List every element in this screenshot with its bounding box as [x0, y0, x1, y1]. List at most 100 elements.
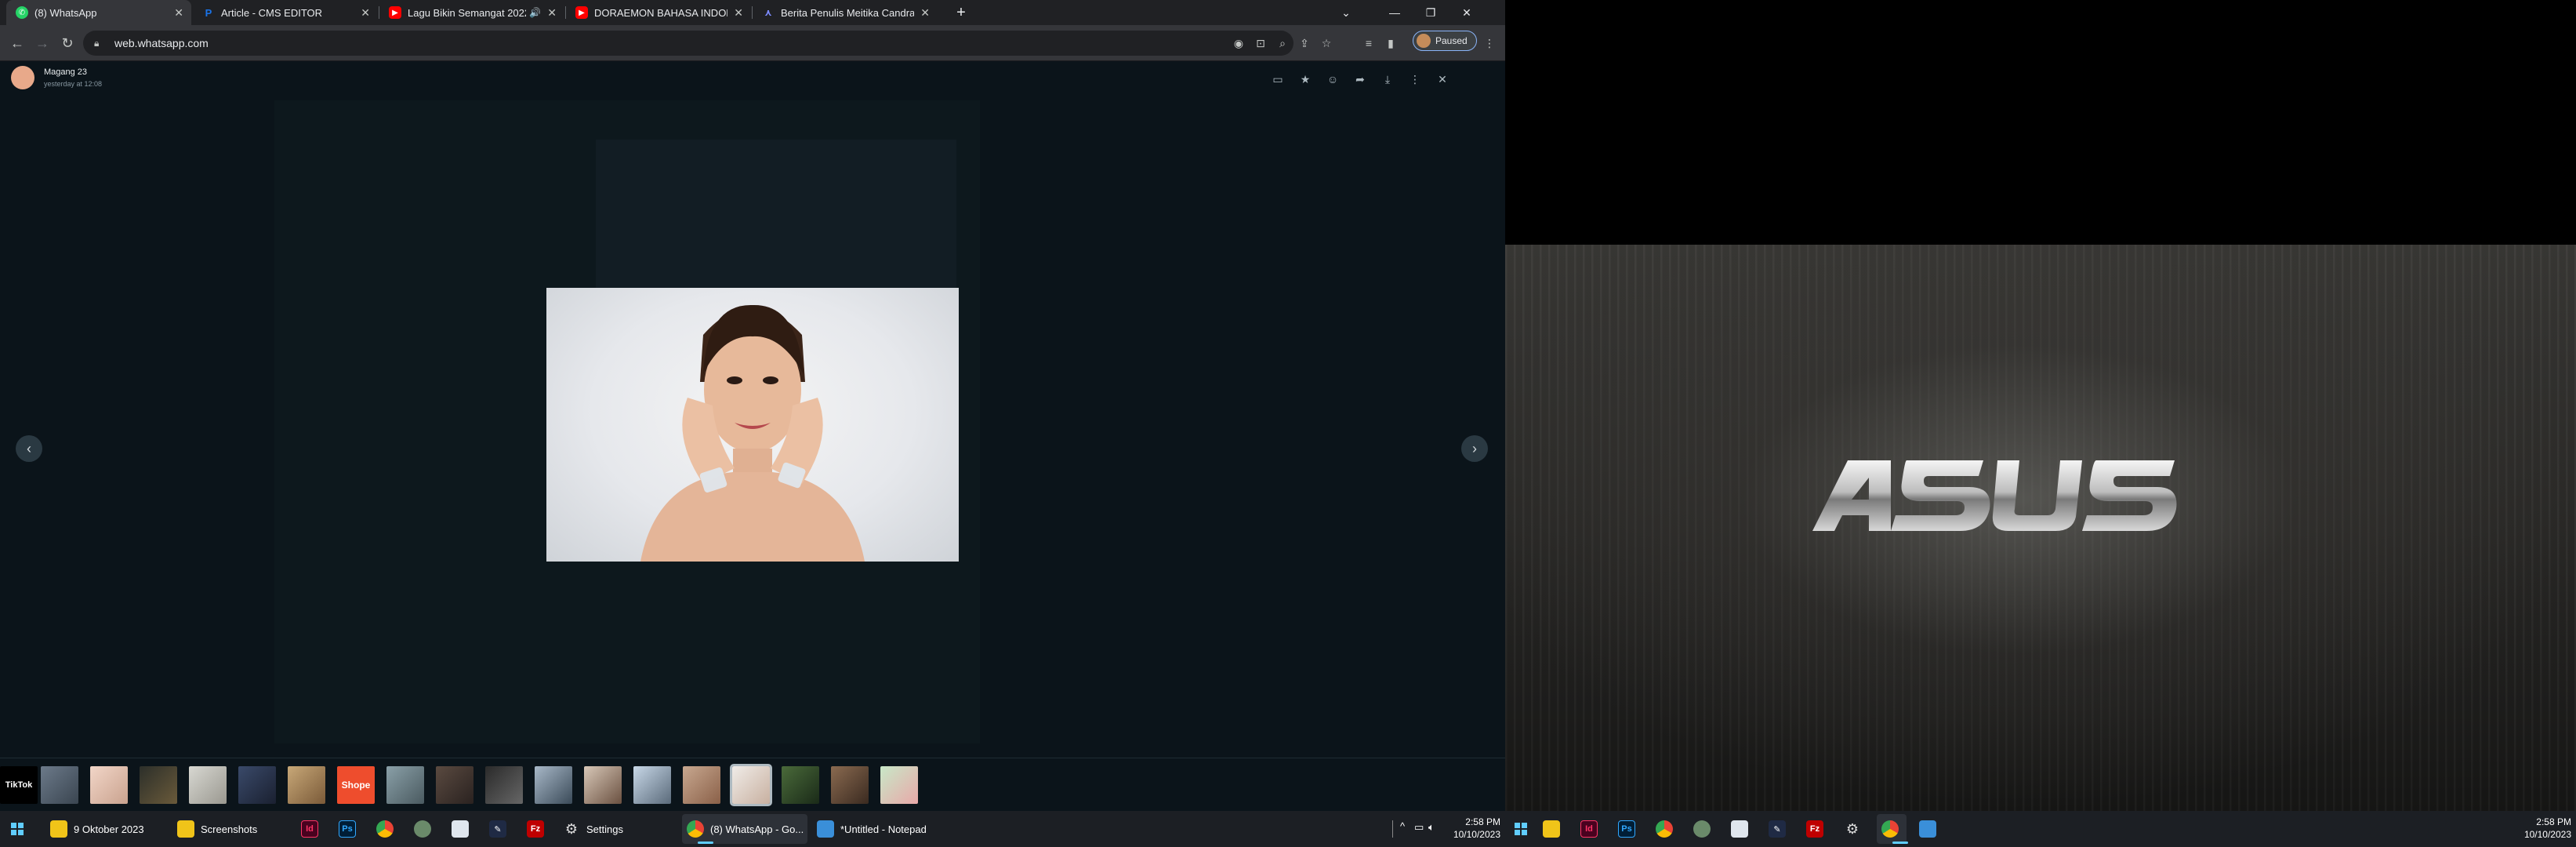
side-panel-icon[interactable]: ▮ — [1381, 34, 1400, 53]
thumbnail[interactable] — [436, 766, 473, 804]
thumbnail[interactable] — [189, 766, 227, 804]
thumbnail[interactable] — [485, 766, 523, 804]
taskbar-chrome[interactable] — [1651, 814, 1681, 844]
thumbnail[interactable] — [782, 766, 819, 804]
thumbnail[interactable] — [683, 766, 720, 804]
filezilla-icon: Fz — [527, 820, 544, 838]
reload-button[interactable]: ↻ — [56, 32, 78, 54]
taskbar-file-explorer[interactable] — [1538, 814, 1568, 844]
forward-button[interactable]: → — [31, 32, 53, 54]
close-icon[interactable]: ✕ — [361, 6, 370, 20]
thumbnail[interactable] — [386, 766, 424, 804]
close-icon[interactable]: ✕ — [1434, 71, 1451, 88]
restore-button[interactable]: ❐ — [1413, 0, 1449, 25]
taskbar-notepad-pinned[interactable] — [447, 814, 478, 844]
taskbar-item-whatsapp-chrome[interactable]: (8) WhatsApp - Go... — [682, 814, 807, 844]
tab-doraemon[interactable]: ▶ DORAEMON BAHASA INDONESIA ✕ — [566, 0, 751, 25]
thumbnail-selected[interactable] — [730, 764, 772, 806]
speaker-icon[interactable]: 🔊 — [529, 7, 541, 18]
thumbnail-label: Shope — [341, 780, 371, 791]
taskbar-notepad[interactable] — [1726, 814, 1756, 844]
taskbar-item-settings[interactable]: ⚙ Settings — [558, 814, 684, 844]
download-icon[interactable]: ⤓ — [1379, 71, 1396, 88]
taskbar-item-notepad[interactable]: *Untitled - Notepad — [812, 814, 938, 844]
thumbnail[interactable] — [633, 766, 671, 804]
chrome-menu-icon[interactable]: ⋮ — [1480, 34, 1499, 53]
lock-icon[interactable]: 🔒︎ — [94, 38, 105, 49]
react-emoji-icon[interactable]: ☺ — [1324, 71, 1341, 88]
taskbar-filezilla[interactable]: Fz — [1801, 814, 1831, 844]
taskbar-item-9-oktober[interactable]: 9 Oktober 2023 — [45, 814, 171, 844]
thumbnail[interactable] — [831, 766, 869, 804]
thumbnail[interactable] — [90, 766, 128, 804]
taskbar-chrome[interactable] — [372, 814, 403, 844]
forward-icon[interactable]: ➦ — [1351, 71, 1369, 88]
share-icon[interactable]: ⇪ — [1295, 34, 1314, 53]
next-media-button[interactable]: › — [1461, 435, 1488, 462]
time: 2:58 PM — [2536, 816, 2571, 827]
more-options-icon[interactable]: ⋮ — [1406, 71, 1424, 88]
google-lens-icon[interactable]: ◉ — [1229, 34, 1248, 53]
url-text: web.whatsapp.com — [114, 37, 209, 49]
taskbar-photoshop[interactable]: Ps — [1613, 814, 1643, 844]
taskbar-label: 9 Oktober 2023 — [74, 823, 144, 835]
media-thumbnail-strip: TikTok Shope — [0, 758, 1505, 811]
thumbnail[interactable] — [238, 766, 276, 804]
back-button[interactable]: ← — [6, 32, 28, 54]
taskbar-acrobat[interactable]: ✎ — [1764, 814, 1794, 844]
address-bar[interactable]: 🔒︎ web.whatsapp.com — [83, 31, 1293, 56]
folder-icon — [50, 820, 67, 838]
acrobat-icon: ✎ — [1769, 820, 1786, 838]
close-icon[interactable]: ✕ — [734, 6, 743, 20]
thumbnail[interactable] — [880, 766, 918, 804]
thumbnail[interactable] — [535, 766, 572, 804]
bookmark-star-icon[interactable]: ☆ — [1317, 34, 1336, 53]
taskbar-app[interactable] — [1689, 814, 1718, 844]
install-app-icon[interactable]: ⊡ — [1251, 34, 1270, 53]
minimize-button[interactable]: — — [1377, 0, 1413, 25]
taskbar-filezilla[interactable]: Fz — [522, 814, 553, 844]
close-window-button[interactable]: ✕ — [1449, 0, 1485, 25]
tab-search-chevron-icon[interactable]: ⌄ — [1328, 0, 1364, 25]
thumbnail[interactable] — [584, 766, 622, 804]
close-icon[interactable]: ✕ — [547, 6, 557, 20]
star-icon[interactable]: ★ — [1297, 71, 1314, 88]
taskbar-settings[interactable]: ⚙ — [1839, 814, 1869, 844]
taskbar-photoshop[interactable]: Ps — [334, 814, 365, 844]
indesign-icon: Id — [301, 820, 318, 838]
zoom-icon[interactable]: ⌕ — [1273, 34, 1292, 53]
network-icon[interactable]: ▭ — [1414, 821, 1424, 834]
go-to-message-icon[interactable]: ▭ — [1269, 71, 1286, 88]
taskbar-app[interactable] — [409, 814, 441, 844]
thumbnail[interactable] — [288, 766, 325, 804]
thumbnail-tiktok[interactable]: TikTok — [0, 766, 38, 804]
taskbar-indesign[interactable]: Id — [1576, 814, 1605, 844]
tab-berita[interactable]: ⋏ Berita Penulis Meitika Candra Lan ✕ — [753, 0, 938, 25]
clock[interactable]: 2:58 PM 10/10/2023 — [2512, 816, 2571, 841]
profile-button[interactable]: Paused — [1413, 31, 1477, 51]
taskbar-item-screenshots[interactable]: Screenshots — [172, 814, 290, 844]
start-button[interactable] — [2, 811, 33, 847]
clock[interactable]: 2:58 PM 10/10/2023 — [1441, 816, 1500, 841]
taskbar-chrome-active[interactable] — [1877, 814, 1908, 844]
thumbnail-shopee[interactable]: Shope — [337, 766, 375, 804]
reading-list-icon[interactable]: ≡ — [1359, 34, 1378, 53]
start-button[interactable] — [1505, 811, 1537, 847]
chevron-up-icon[interactable]: ^ — [1400, 820, 1405, 832]
tab-lagu[interactable]: ▶ Lagu Bikin Semangat 2022 🔊 ✕ — [379, 0, 564, 25]
taskbar-indesign[interactable]: Id — [296, 814, 328, 844]
thumbnail[interactable] — [41, 766, 78, 804]
close-icon[interactable]: ✕ — [920, 6, 930, 20]
volume-icon[interactable]: 🔈︎ — [1428, 821, 1435, 834]
thumbnail[interactable] — [140, 766, 177, 804]
taskbar-acrobat[interactable]: ✎ — [484, 814, 516, 844]
previous-media-button[interactable]: ‹ — [16, 435, 42, 462]
tab-whatsapp[interactable]: ✆ (8) WhatsApp ✕ — [6, 0, 191, 25]
notepad-icon — [452, 820, 469, 838]
avatar[interactable] — [11, 66, 34, 89]
close-icon[interactable]: ✕ — [174, 6, 183, 20]
tab-cms-editor[interactable]: P Article - CMS EDITOR ✕ — [193, 0, 378, 25]
new-tab-button[interactable]: + — [952, 3, 971, 22]
folder-icon — [177, 820, 194, 838]
taskbar-notepad-open[interactable] — [1914, 814, 1944, 844]
